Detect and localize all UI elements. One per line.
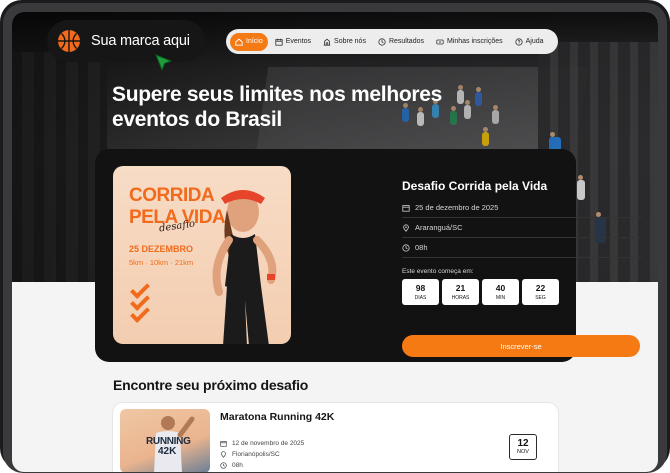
nav-label: Eventos xyxy=(285,38,312,45)
featured-event-title[interactable]: Desafio Corrida pela Vida xyxy=(402,179,547,193)
help-icon xyxy=(515,37,523,46)
countdown-unit: SEG xyxy=(535,295,546,301)
countdown-value: 40 xyxy=(495,283,506,293)
featured-event-poster[interactable]: CORRIDA PELA VIDA desafio 25 DEZEMBRO 5k… xyxy=(113,166,291,344)
event-time: 08h xyxy=(232,462,243,469)
countdown-value: 21 xyxy=(455,283,466,293)
calendar-icon xyxy=(275,38,283,46)
nav-item-inicio[interactable]: Início xyxy=(230,32,268,51)
nav-label: Sobre nós xyxy=(334,38,366,45)
event-date: 12 de novembro de 2025 xyxy=(232,440,305,447)
section-title: Encontre seu próximo desafio xyxy=(113,377,309,393)
calendar-icon xyxy=(220,441,227,447)
countdown-value: 22 xyxy=(535,283,546,293)
browser-screen: Sua marca aqui Início Eventos Sobre nós … xyxy=(12,12,658,472)
poster-title-line: 42K xyxy=(158,446,177,457)
event-date: 25 de dezembro de 2025 xyxy=(415,203,499,212)
countdown-days: 98 DIAS xyxy=(402,279,439,305)
location-pin-icon xyxy=(221,451,226,458)
basketball-icon xyxy=(58,30,80,52)
nav-item-sobre-nos[interactable]: Sobre nós xyxy=(318,33,371,51)
countdown-seconds: 22 SEG xyxy=(522,279,559,305)
hero-headline-line: Supere seus limites nos melhores xyxy=(112,83,443,106)
event-time: 08h xyxy=(415,243,428,252)
register-button[interactable]: Inscrever-se xyxy=(402,335,640,357)
countdown-unit: MIN xyxy=(495,295,506,301)
clock-icon xyxy=(402,243,410,252)
event-date-row: 12 de novembro de 2025 xyxy=(220,440,304,447)
date-badge-month: NOV xyxy=(517,449,529,455)
calendar-icon xyxy=(402,204,410,212)
clock-icon xyxy=(220,462,227,469)
event-title[interactable]: Maratona Running 42K xyxy=(220,411,334,423)
ticket-icon xyxy=(436,39,444,44)
countdown-hours: 21 HORAS xyxy=(442,279,479,305)
nav-item-ajuda[interactable]: Ajuda xyxy=(510,33,549,51)
countdown-unit: HORAS xyxy=(451,295,470,301)
poster-title-line: CORRIDA xyxy=(129,185,215,206)
hero-headline: Supere seus limites nos melhores eventos… xyxy=(112,82,492,132)
poster-distances: 5km · 10km · 21km xyxy=(129,258,194,267)
nav-item-eventos[interactable]: Eventos xyxy=(270,33,316,51)
date-badge-day: 12 xyxy=(517,438,529,449)
nav-label: Ajuda xyxy=(525,38,544,45)
event-time-row: 08h xyxy=(402,238,642,258)
building-icon xyxy=(323,38,331,46)
main-nav: Início Eventos Sobre nós Resultados Minh… xyxy=(226,29,558,54)
hero-headline-line: eventos do Brasil xyxy=(112,108,282,131)
nav-label: Resultados xyxy=(388,38,424,45)
event-location: Florianópolis/SC xyxy=(232,451,280,458)
event-location-row: Araranguá/SC xyxy=(402,218,642,238)
mouse-cursor-icon xyxy=(155,54,173,72)
countdown-minutes: 40 MIN xyxy=(482,279,519,305)
nav-item-resultados[interactable]: Resultados xyxy=(373,33,429,51)
clock-icon xyxy=(378,37,386,46)
event-poster: RUNNING 42K xyxy=(120,409,210,472)
poster-date: 25 DEZEMBRO xyxy=(129,244,194,254)
event-location: Araranguá/SC xyxy=(415,223,463,232)
brand-name: Sua marca aqui xyxy=(91,33,190,49)
date-badge: 12 NOV xyxy=(509,434,537,460)
location-pin-icon xyxy=(403,223,409,232)
countdown-label: Este evento começa em: xyxy=(402,268,474,275)
nav-label: Minhas inscrições xyxy=(446,38,503,45)
brand-logo[interactable]: Sua marca aqui xyxy=(47,20,205,62)
countdown-value: 98 xyxy=(415,283,426,293)
event-time-row: 08h xyxy=(220,462,243,469)
home-icon xyxy=(235,38,243,46)
event-location-row: Florianópolis/SC xyxy=(220,451,280,458)
nav-item-minhas-inscricoes[interactable]: Minhas inscrições xyxy=(431,33,508,51)
featured-event-card: CORRIDA PELA VIDA desafio 25 DEZEMBRO 5k… xyxy=(95,149,642,362)
nav-label: Início xyxy=(246,38,263,45)
countdown-unit: DIAS xyxy=(414,295,427,301)
event-date-row: 25 de dezembro de 2025 xyxy=(402,198,642,218)
